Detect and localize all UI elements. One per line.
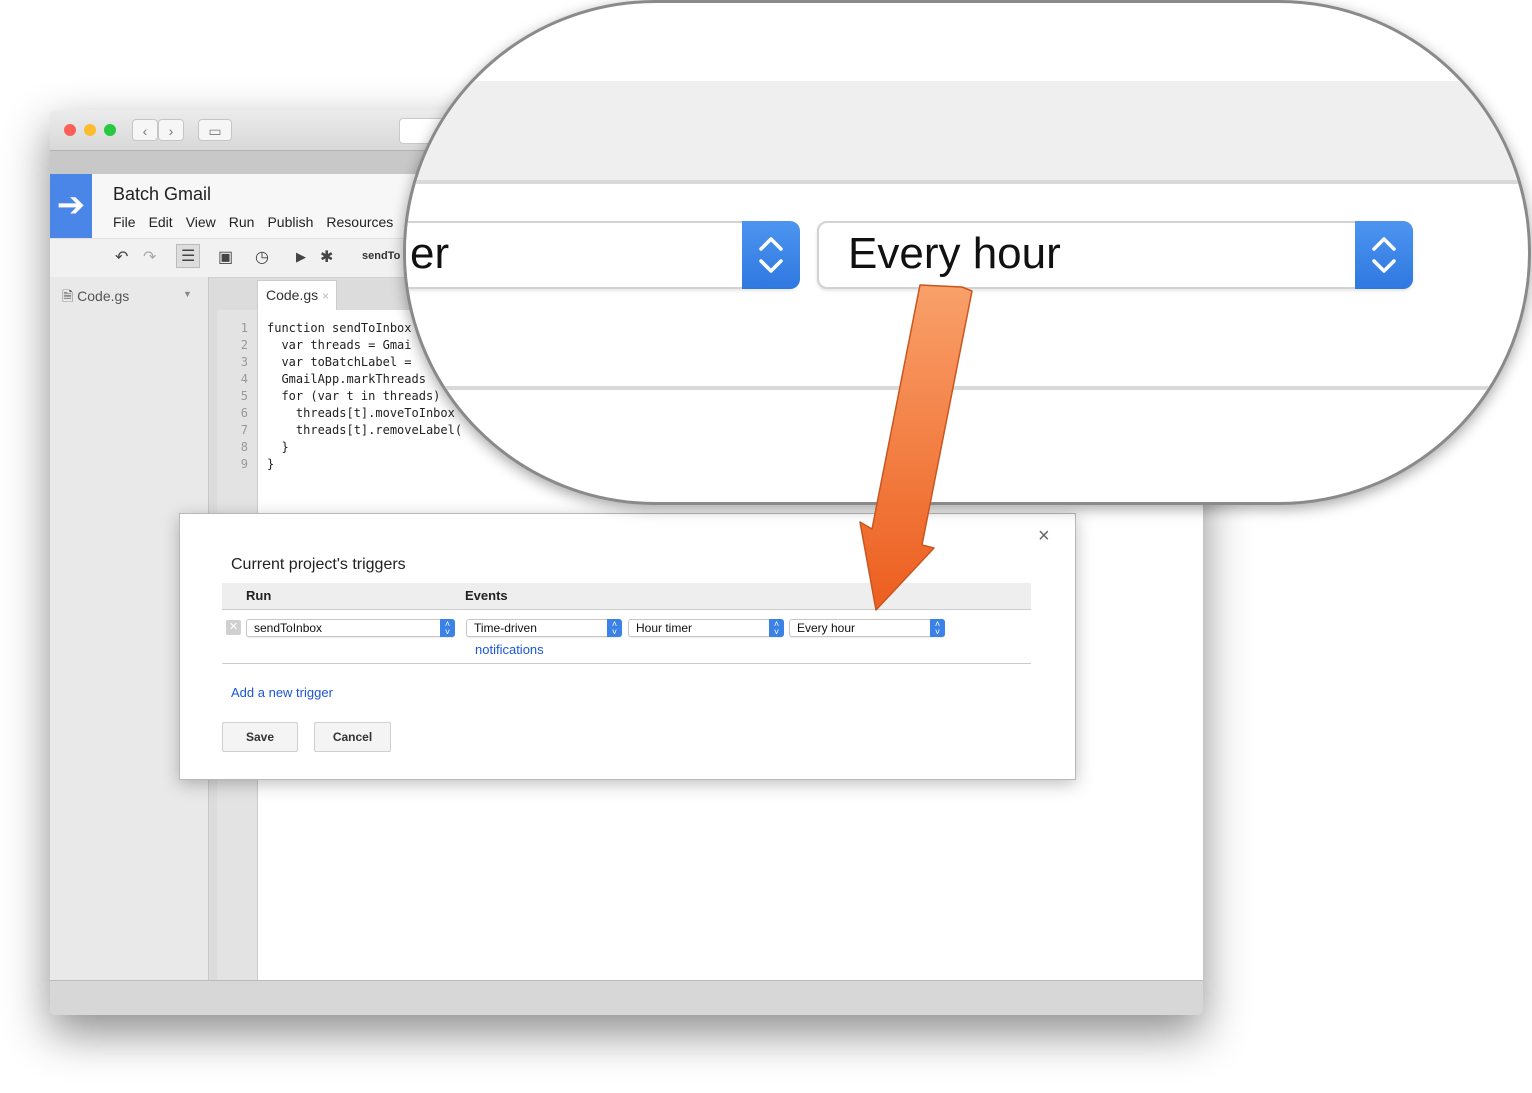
sidebar-toggle-button[interactable]: ▭ bbox=[198, 119, 232, 141]
line-number: 6 bbox=[240, 406, 248, 420]
timer-type-select[interactable]: Hour timer ˄ ˅ bbox=[628, 619, 784, 637]
magnified-select-text: er bbox=[410, 229, 450, 278]
code-line: GmailApp.markThreads bbox=[267, 372, 426, 386]
magnifier-callout: er Every hour bbox=[403, 0, 1531, 505]
dialog-title: Current project's triggers bbox=[231, 556, 406, 573]
arrow-right-icon: ➔ bbox=[56, 186, 86, 224]
select-value: Hour timer bbox=[636, 621, 693, 635]
line-number: 9 bbox=[240, 457, 248, 471]
chevron-left-icon: ‹ bbox=[142, 123, 148, 139]
select-value: Every hour bbox=[797, 621, 856, 635]
notifications-link[interactable]: notifications bbox=[475, 642, 544, 657]
debug-bug-icon[interactable]: ✱ bbox=[320, 247, 333, 267]
menu-resources[interactable]: Resources bbox=[326, 214, 393, 230]
cancel-button[interactable]: Cancel bbox=[314, 722, 391, 752]
code-line: threads[t].removeLabel( bbox=[267, 423, 463, 437]
document-icon: 🗎 bbox=[62, 288, 74, 304]
forward-button[interactable]: › bbox=[158, 119, 184, 141]
line-number: 4 bbox=[240, 372, 248, 386]
magnifier-header-band bbox=[406, 81, 1528, 181]
interval-select[interactable]: Every hour ˄ ˅ bbox=[789, 619, 945, 637]
column-run: Run bbox=[246, 588, 272, 603]
close-tab-icon[interactable]: × bbox=[322, 289, 329, 303]
menu-view[interactable]: View bbox=[186, 214, 216, 230]
magnified-interval-select: Every hour bbox=[817, 221, 1413, 289]
add-trigger-link[interactable]: Add a new trigger bbox=[231, 685, 333, 700]
run-icon[interactable]: ▶ bbox=[296, 249, 306, 265]
menu-run[interactable]: Run bbox=[229, 214, 255, 230]
run-function-select[interactable]: sendToInbox ˄ ˅ bbox=[246, 619, 455, 637]
sidebar-icon: ▭ bbox=[208, 123, 222, 139]
apps-script-logo: ➔ bbox=[50, 174, 92, 238]
clock-icon[interactable]: ◷ bbox=[255, 247, 269, 267]
code-line: } bbox=[267, 457, 275, 471]
magnifier-divider bbox=[406, 386, 1528, 390]
redo-icon[interactable]: ↷ bbox=[143, 247, 156, 267]
line-number: 5 bbox=[240, 389, 248, 403]
back-button[interactable]: ‹ bbox=[132, 119, 158, 141]
line-number: 2 bbox=[240, 338, 248, 352]
file-name: Code.gs bbox=[77, 288, 130, 304]
tab-label: Code.gs bbox=[266, 287, 319, 303]
triggers-table-header bbox=[222, 583, 1031, 610]
code-line: function sendToInbox bbox=[267, 321, 412, 335]
function-select[interactable]: sendTo bbox=[362, 250, 400, 262]
menu-edit[interactable]: Edit bbox=[149, 214, 173, 230]
chevron-right-icon: › bbox=[168, 123, 174, 139]
status-bar bbox=[50, 980, 1203, 1015]
row-divider bbox=[222, 663, 1031, 664]
chevron-updown-icon: ˄ ˅ bbox=[769, 619, 784, 637]
close-icon: ✕ bbox=[228, 621, 239, 633]
sidebar-file-code-gs[interactable]: 🗎 Code.gs bbox=[62, 286, 129, 310]
line-number: 3 bbox=[240, 355, 248, 369]
menu-file[interactable]: File bbox=[113, 214, 136, 230]
magnified-select-text: Every hour bbox=[848, 229, 1061, 278]
chevron-updown-icon: ˄ ˅ bbox=[607, 619, 622, 637]
undo-icon[interactable]: ↶ bbox=[115, 247, 128, 267]
select-value: sendToInbox bbox=[254, 621, 323, 635]
column-events: Events bbox=[465, 588, 508, 603]
close-window-button[interactable] bbox=[64, 124, 76, 136]
code-line: var toBatchLabel = bbox=[267, 355, 419, 369]
code-line: for (var t in threads) bbox=[267, 389, 441, 403]
event-source-select[interactable]: Time-driven ˄ ˅ bbox=[466, 619, 622, 637]
save-icon[interactable]: ▣ bbox=[218, 247, 233, 267]
close-icon[interactable]: × bbox=[1038, 525, 1050, 548]
delete-trigger-button[interactable]: ✕ bbox=[226, 620, 241, 635]
chevron-updown-icon bbox=[742, 221, 800, 289]
magnified-timer-select: er bbox=[406, 221, 800, 289]
menu-bar: File Edit View Run Publish Resources bbox=[113, 214, 406, 230]
line-number: 8 bbox=[240, 440, 248, 454]
chevron-updown-icon bbox=[1355, 221, 1413, 289]
save-button[interactable]: Save bbox=[222, 722, 298, 752]
tab-code-gs[interactable]: Code.gs × bbox=[257, 280, 337, 310]
code-line: var threads = Gmai bbox=[267, 338, 412, 352]
select-value: Time-driven bbox=[474, 621, 537, 635]
project-title[interactable]: Batch Gmail bbox=[113, 184, 211, 205]
chevron-down-icon[interactable]: ▼ bbox=[183, 289, 192, 299]
menu-publish[interactable]: Publish bbox=[267, 214, 313, 230]
code-line: threads[t].moveToInbox bbox=[267, 406, 455, 420]
chevron-updown-icon: ˄ ˅ bbox=[440, 619, 455, 637]
magnifier-divider bbox=[406, 180, 1528, 184]
code-line: } bbox=[267, 440, 289, 454]
minimize-window-button[interactable] bbox=[84, 124, 96, 136]
zoom-window-button[interactable] bbox=[104, 124, 116, 136]
chevron-updown-icon: ˄ ˅ bbox=[930, 619, 945, 637]
indent-icon[interactable]: ☰ bbox=[176, 244, 201, 268]
line-number: 1 bbox=[240, 321, 248, 335]
line-number: 7 bbox=[240, 423, 248, 437]
